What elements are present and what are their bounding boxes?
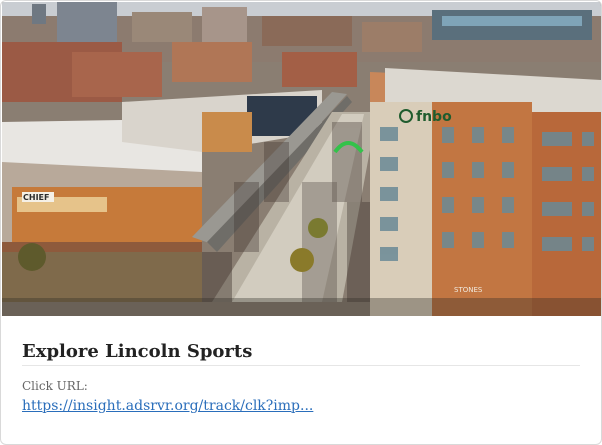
ad-caption: Explore Lincoln Sports Click URL: https:… xyxy=(22,341,580,414)
ad-card[interactable]: CHIEF fnbo STONES Explore Lincoln Sports… xyxy=(0,0,602,445)
stones-sign: STONES xyxy=(454,286,483,294)
bank-sign: fnbo xyxy=(416,109,452,125)
ad-title: Explore Lincoln Sports xyxy=(22,341,580,366)
ad-photo[interactable]: CHIEF fnbo STONES xyxy=(2,2,601,316)
click-url-label: Click URL: xyxy=(22,379,88,393)
chief-sign: CHIEF xyxy=(23,193,49,202)
city-race-aerial-image: CHIEF fnbo STONES xyxy=(2,2,601,316)
click-url-link[interactable]: https://insight.adsrvr.org/track/clk?imp… xyxy=(22,398,313,414)
